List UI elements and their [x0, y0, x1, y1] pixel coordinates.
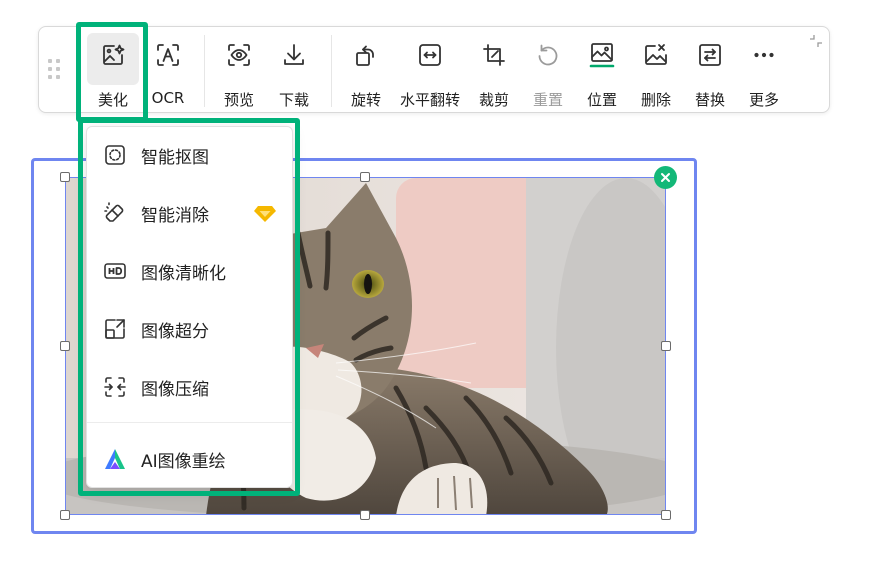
download-label: 下载 [278, 91, 309, 109]
preview-label: 预览 [223, 91, 254, 109]
toolbar-separator [204, 35, 205, 107]
flip-horizontal-label: 水平翻转 [399, 91, 460, 109]
preview-icon [225, 41, 253, 69]
resize-handle-bottom[interactable] [360, 510, 370, 520]
rotate-icon [352, 41, 380, 69]
replace-image-icon [696, 41, 724, 69]
close-icon[interactable] [654, 166, 677, 189]
toolbar-separator [331, 35, 332, 107]
resize-handle-right[interactable] [661, 341, 671, 351]
reset-icon [534, 41, 562, 69]
resize-handle-bottom-left[interactable] [60, 510, 70, 520]
beautify-highlight-box [76, 22, 148, 122]
replace-image-button[interactable]: 替换 [683, 27, 737, 113]
position-button[interactable]: 位置 [575, 27, 629, 113]
preview-button[interactable]: 预览 [211, 27, 267, 113]
rotate-button[interactable]: 旋转 [339, 27, 393, 113]
ocr-button[interactable]: OCR [142, 27, 194, 113]
crop-icon [480, 41, 508, 69]
more-icon [750, 41, 778, 69]
drag-handle-icon[interactable] [47, 59, 63, 81]
collapse-icon[interactable] [809, 33, 823, 47]
replace-image-label: 替换 [694, 91, 725, 109]
position-icon [588, 41, 616, 69]
resize-handle-top[interactable] [360, 172, 370, 182]
position-label: 位置 [586, 91, 617, 109]
more-label: 更多 [748, 91, 779, 109]
ocr-label: OCR [151, 89, 185, 107]
flip-horizontal-button[interactable]: 水平翻转 [393, 27, 467, 113]
download-icon [280, 41, 308, 69]
crop-button[interactable]: 裁剪 [467, 27, 521, 113]
menu-highlight-box [78, 118, 300, 496]
delete-image-button[interactable]: 删除 [629, 27, 683, 113]
ocr-icon [154, 41, 182, 69]
reset-button[interactable]: 重置 [521, 27, 575, 113]
resize-handle-bottom-right[interactable] [661, 510, 671, 520]
more-button[interactable]: 更多 [737, 27, 791, 113]
delete-image-icon [642, 41, 670, 69]
resize-handle-top-left[interactable] [60, 172, 70, 182]
resize-handle-left[interactable] [60, 341, 70, 351]
rotate-label: 旋转 [350, 91, 381, 109]
delete-image-label: 删除 [640, 91, 671, 109]
image-toolbar: 美化 OCR 预览 下载 旋转 水平翻转 裁剪 重置 位置 删除 替换 更多 [38, 26, 830, 113]
crop-label: 裁剪 [478, 91, 509, 109]
reset-label: 重置 [532, 91, 563, 109]
download-button[interactable]: 下载 [267, 27, 321, 113]
flip-horizontal-icon [416, 41, 444, 69]
